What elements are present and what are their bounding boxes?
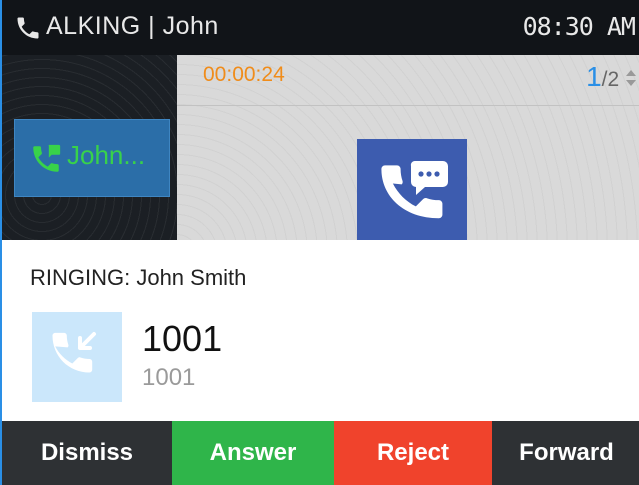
call-area: 00:00:24 1/2 [177, 55, 639, 249]
phone-chat-icon [381, 160, 448, 219]
clock: 08:30 AM [522, 12, 636, 41]
up-down-arrows-icon [626, 70, 636, 86]
line-column: John... [2, 55, 177, 245]
page-current: 1 [586, 61, 602, 92]
incoming-call-icon [52, 332, 96, 373]
phone-screen: ALKING | John 08:30 AM John... 00:00:24 … [0, 0, 639, 485]
caller-sub-number: 1001 [142, 364, 196, 391]
phone-chat-icon [33, 144, 61, 172]
answer-button[interactable]: Answer [172, 421, 334, 485]
line-key-john[interactable]: John... [14, 119, 170, 197]
status-title: ALKING | John [46, 12, 219, 40]
line-key-label: John... [67, 140, 146, 170]
call-divider [177, 105, 639, 106]
phone-icon [17, 17, 39, 39]
caller-number: 1001 [142, 318, 223, 359]
dismiss-button[interactable]: Dismiss [2, 421, 172, 485]
ringing-title: RINGING: John Smith [30, 265, 247, 290]
call-page-indicator[interactable]: 1/2 [586, 61, 637, 93]
page-total: /2 [601, 68, 620, 91]
status-bar: ALKING | John 08:30 AM [2, 0, 639, 55]
call-contact-icon [357, 139, 467, 249]
caller-avatar [32, 312, 122, 402]
incoming-call-popup: RINGING: John Smith 1001 1001 [2, 240, 639, 421]
reject-button[interactable]: Reject [334, 421, 492, 485]
forward-button[interactable]: Forward [492, 421, 639, 485]
call-timer: 00:00:24 [203, 63, 285, 86]
softkey-bar: Dismiss Answer Reject Forward [2, 421, 639, 485]
